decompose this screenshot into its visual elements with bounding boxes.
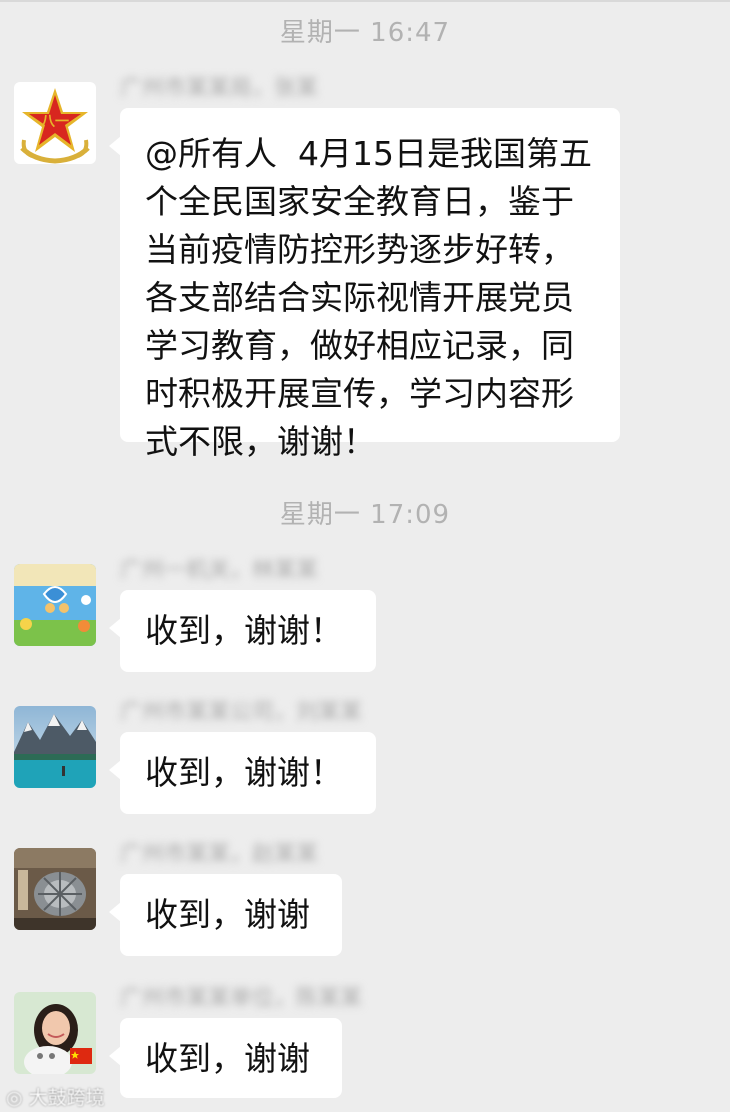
watermark: ◎ 大鼓跨境 <box>6 1083 105 1110</box>
message-text: @所有人 4月15日是我国第五 个全民国家安全教育日，鉴于 当前疫情防控形势逐步… <box>145 134 592 461</box>
cartoon-wall-avatar[interactable] <box>14 564 96 646</box>
mountain-lake-avatar[interactable] <box>14 706 96 788</box>
sender-name: 广州市某某局，张某 <box>120 76 319 101</box>
message-bubble[interactable]: 收到，谢谢 <box>109 874 342 956</box>
sender-name: 广州市某某单位，陈某某 <box>120 986 363 1011</box>
message-text: 收到，谢谢！ <box>145 611 343 650</box>
timestamp: 星期一 16:47 <box>279 18 451 48</box>
timestamp: 星期一 17:09 <box>279 500 451 530</box>
sender-name: 广州一机关，林某某 <box>120 558 319 583</box>
sender-name: 广州市某某，赵某某 <box>120 842 319 867</box>
sender-name: 广州市某某公司，刘某某 <box>120 700 363 725</box>
army-emblem-icon[interactable]: 八一 <box>14 82 96 164</box>
message-text: 收到，谢谢 <box>145 1039 310 1078</box>
watermark-text: 大鼓跨境 <box>28 1087 105 1109</box>
weibo-icon: ◎ <box>6 1087 23 1109</box>
top-divider <box>0 0 730 2</box>
message-text: 收到，谢谢！ <box>145 753 343 792</box>
message-bubble[interactable]: 收到，谢谢 <box>109 1018 342 1098</box>
message-bubble[interactable]: @所有人 4月15日是我国第五 个全民国家安全教育日，鉴于 当前疫情防控形势逐步… <box>109 108 620 461</box>
machinery-avatar[interactable] <box>14 848 96 930</box>
message-bubble[interactable]: 收到，谢谢！ <box>109 590 376 672</box>
svg-text:八一: 八一 <box>40 114 69 130</box>
woman-with-cat-avatar[interactable] <box>14 992 96 1074</box>
message-bubble[interactable]: 收到，谢谢！ <box>109 732 376 814</box>
message-text: 收到，谢谢 <box>145 895 310 934</box>
